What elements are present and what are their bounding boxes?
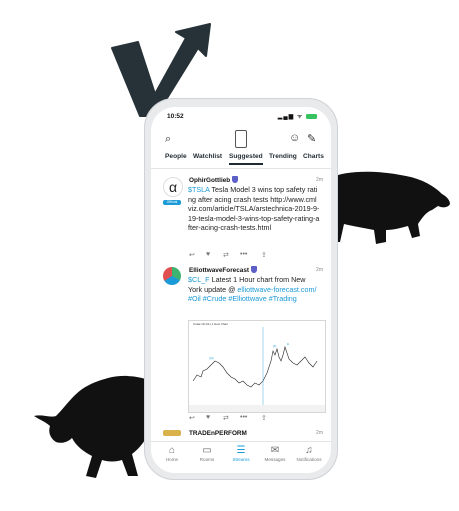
reply-icon[interactable]: ↩ xyxy=(189,251,195,259)
share-icon[interactable]: ⇪ xyxy=(261,251,267,259)
compose-icon[interactable]: ✎ xyxy=(307,132,316,145)
home-icon: ⌂ xyxy=(168,445,176,456)
official-badge: Official xyxy=(163,200,181,205)
messages-icon: ✉ xyxy=(270,445,280,456)
post-username[interactable]: ElliottwaveForecast xyxy=(189,266,258,274)
nav-rooms[interactable]: ▭ Rooms xyxy=(190,445,224,462)
post-chart-image[interactable]: Crude Oil (CL) 1 Hour Chart ((i)) (ii) iii xyxy=(188,320,326,413)
app-screen: 10:52 ▂▄▆ ᯤ ⌕ ☺ ✎ People Watchlist Sugge… xyxy=(151,107,331,473)
app-logo-icon xyxy=(235,130,247,148)
reshare-icon[interactable]: ⇄ xyxy=(223,414,229,422)
avatar[interactable] xyxy=(163,267,181,285)
post-username[interactable]: OphirGottlieb xyxy=(189,176,239,184)
like-icon[interactable]: ♥ xyxy=(206,414,210,421)
svg-text:iii: iii xyxy=(287,342,289,346)
top-bar: ⌕ ☺ ✎ xyxy=(151,127,331,153)
post-time: 2m xyxy=(316,177,323,183)
svg-text:(ii): (ii) xyxy=(273,344,276,348)
nav-home[interactable]: ⌂ Home xyxy=(155,445,189,462)
tab-bar: People Watchlist Suggested Trending Char… xyxy=(151,153,331,167)
search-icon[interactable]: ⌕ xyxy=(165,133,171,146)
avatar[interactable]: α xyxy=(163,177,183,197)
bottom-nav: ⌂ Home ▭ Rooms ☰ Streams ✉ Messages ♫ Notific… xyxy=(151,441,331,473)
more-icon[interactable]: ••• xyxy=(240,251,247,258)
streams-icon: ☰ xyxy=(236,445,246,456)
post-body: $TSLA Tesla Model 3 wins top safety rati… xyxy=(188,185,320,233)
tab-charts[interactable]: Charts xyxy=(303,153,324,160)
post-time: 2m xyxy=(316,430,323,436)
reshare-icon[interactable]: ⇄ xyxy=(223,251,229,259)
notifications-icon: ♫ xyxy=(305,445,313,456)
tab-people[interactable]: People xyxy=(165,153,187,160)
post-item[interactable]: α Official OphirGottlieb 2m $TSLA Tesla … xyxy=(151,173,331,263)
tab-trending[interactable]: Trending xyxy=(269,153,297,160)
rooms-icon: ▭ xyxy=(202,445,212,456)
share-icon[interactable]: ⇪ xyxy=(261,414,267,422)
status-time: 10:52 xyxy=(167,113,184,120)
post-username[interactable]: TRADEnPERFORM xyxy=(189,430,247,437)
nav-streams[interactable]: ☰ Streams xyxy=(224,445,258,462)
avatar[interactable] xyxy=(163,430,181,436)
like-icon[interactable]: ♥ xyxy=(206,251,210,258)
bear-silhouette xyxy=(329,171,450,244)
battery-icon xyxy=(306,113,317,119)
post-body: $CL_F Latest 1 Hour chart from New York … xyxy=(188,275,320,304)
post-time: 2m xyxy=(316,267,323,273)
cashtag-link[interactable]: $CL_F xyxy=(188,275,210,284)
price-chart-graphic: ((i)) (ii) iii xyxy=(189,327,325,412)
svg-text:((i)): ((i)) xyxy=(209,356,214,360)
tab-suggested[interactable]: Suggested xyxy=(229,153,263,165)
nav-messages[interactable]: ✉ Messages xyxy=(258,445,292,462)
nav-notifications[interactable]: ♫ Notifications xyxy=(292,445,326,462)
more-icon[interactable]: ••• xyxy=(240,414,247,421)
verified-icon xyxy=(232,176,239,183)
bull-silhouette xyxy=(34,375,155,478)
tab-watchlist[interactable]: Watchlist xyxy=(193,153,222,160)
cashtag-link[interactable]: $TSLA xyxy=(188,185,210,194)
status-bar: 10:52 ▂▄▆ ᯤ xyxy=(151,107,331,125)
post-item[interactable]: TRADEnPERFORM 2m xyxy=(151,427,331,441)
divider xyxy=(151,168,331,169)
verified-icon xyxy=(251,266,258,273)
status-icons: ▂▄▆ ᯤ xyxy=(278,112,317,120)
reply-icon[interactable]: ↩ xyxy=(189,414,195,422)
profile-icon[interactable]: ☺ xyxy=(289,132,300,144)
